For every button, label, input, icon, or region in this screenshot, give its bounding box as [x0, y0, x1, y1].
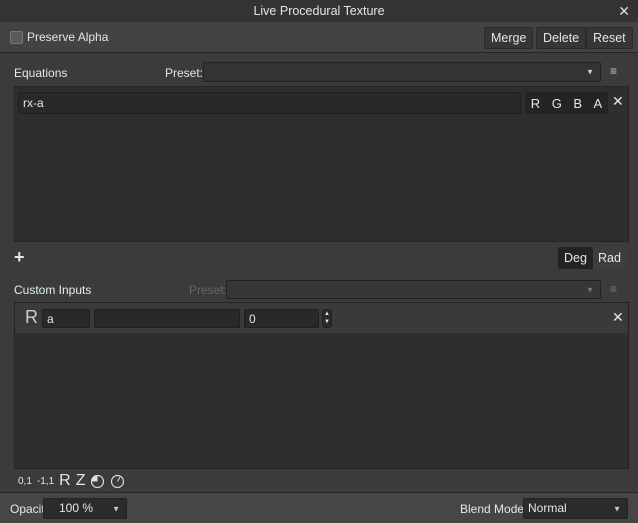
channel-g[interactable]: G	[552, 96, 562, 111]
input-type-label: R	[25, 307, 38, 327]
blend-mode-value: Normal	[528, 501, 567, 515]
pie-quarter-icon[interactable]	[90, 474, 105, 489]
blend-mode-label: Blend Mode:	[460, 502, 528, 516]
chevron-down-icon: ▼	[112, 504, 120, 513]
input-value-field[interactable]: 0	[244, 309, 319, 328]
opacity-value: 100 %	[59, 501, 94, 515]
window-title: Live Procedural Texture	[253, 4, 385, 18]
channel-r[interactable]: R	[531, 96, 540, 111]
blend-mode-dropdown[interactable]: Normal ▼	[523, 498, 628, 519]
chevron-down-icon: ▼	[613, 504, 621, 513]
input-name-text: a	[47, 311, 54, 326]
angle-unit-toggle: Deg Rad	[558, 247, 626, 269]
reset-button[interactable]: Reset	[586, 27, 633, 49]
preset-tools: 0,1 -1,1 R Z	[18, 472, 125, 490]
toolbar: Preserve Alpha Merge Delete Reset	[0, 22, 638, 53]
preserve-alpha-label[interactable]: Preserve Alpha	[27, 30, 108, 44]
deg-button[interactable]: Deg	[558, 247, 593, 269]
custom-preset-menu-icon[interactable]: ≡	[610, 282, 617, 296]
remove-input-icon[interactable]: ✕	[612, 309, 624, 326]
remove-equation-icon[interactable]: ✕	[612, 93, 624, 110]
custom-inputs-preset-dropdown[interactable]: ▼	[226, 280, 601, 299]
value-spinner-icon[interactable]: ▲ ▼	[322, 309, 332, 328]
equation-text: rx-a	[23, 96, 44, 110]
equations-list: rx-a R G B A ✕	[14, 86, 629, 242]
circle-point-icon[interactable]	[110, 474, 125, 489]
opacity-dropdown[interactable]: 100 % ▼	[43, 498, 127, 519]
tool-z[interactable]: Z	[76, 472, 86, 490]
merge-button[interactable]: Merge	[484, 27, 534, 49]
preserve-alpha-checkbox[interactable]	[10, 31, 23, 44]
equation-input[interactable]: rx-a	[18, 92, 521, 114]
preset-label: Preset:	[165, 66, 204, 80]
add-equation-button[interactable]: +	[14, 247, 25, 268]
channel-b[interactable]: B	[573, 96, 582, 111]
input-description-field[interactable]	[94, 309, 240, 328]
input-name-field[interactable]: a	[42, 309, 90, 328]
tool-r[interactable]: R	[59, 472, 71, 490]
close-icon[interactable]: ✕	[618, 0, 630, 22]
channel-toggle-group: R G B A	[525, 92, 608, 114]
chevron-down-icon: ▼	[586, 285, 594, 294]
title-bar: Live Procedural Texture	[0, 0, 638, 22]
custom-preset-label: Preset:	[189, 283, 228, 297]
input-value-text: 0	[249, 311, 256, 326]
tool-neg1-1[interactable]: -1,1	[37, 476, 54, 487]
divider	[10, 274, 630, 276]
custom-inputs-list: R a 0 ▲ ▼ ✕	[14, 302, 629, 469]
tool-0-1[interactable]: 0,1	[18, 476, 32, 487]
rad-button[interactable]: Rad	[593, 247, 626, 269]
chevron-down-icon: ▼	[586, 67, 594, 77]
equations-label: Equations	[14, 66, 68, 80]
preset-menu-icon[interactable]: ≡	[610, 64, 617, 78]
equations-preset-dropdown[interactable]: ▼	[203, 62, 601, 82]
channel-a[interactable]: A	[594, 96, 603, 111]
delete-button[interactable]: Delete	[536, 27, 587, 49]
custom-inputs-label: Custom Inputs	[14, 283, 92, 297]
custom-input-row: R a 0 ▲ ▼ ✕	[15, 303, 628, 333]
footer-bar: Opacity: 100 % ▼ Blend Mode: Normal ▼	[0, 492, 638, 523]
